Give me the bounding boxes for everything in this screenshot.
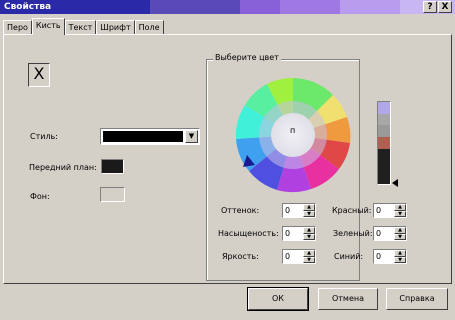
saturation-value: 0 xyxy=(285,229,291,238)
properties-dialog: Свойства ? X Перо Кисть Текст Шрифт Поле… xyxy=(0,0,455,320)
foreground-color-swatch[interactable] xyxy=(101,159,124,174)
help-button[interactable]: Справка xyxy=(386,288,448,310)
hue-spinner[interactable]: 0 ▲ ▼ xyxy=(282,203,316,218)
spin-down-icon[interactable]: ▼ xyxy=(394,210,406,217)
gradient-step xyxy=(378,125,390,138)
tab-pen[interactable]: Перо xyxy=(3,20,32,35)
saturation-label: Насыщеность: xyxy=(218,229,279,238)
green-label: Зеленый: xyxy=(333,229,373,238)
blue-spinner[interactable]: 0 ▲ ▼ xyxy=(373,249,407,264)
wheel-center-marker: п xyxy=(290,126,295,135)
style-select[interactable]: ▼ xyxy=(100,128,200,145)
hue-label: Оттенок: xyxy=(221,206,260,215)
tab-strip: Перо Кисть Текст Шрифт Поле xyxy=(3,18,164,35)
blue-value: 0 xyxy=(376,252,382,261)
brightness-label: Яркость: xyxy=(222,252,259,261)
gradient-step xyxy=(378,172,390,185)
gradient-step xyxy=(378,113,390,126)
titlebar-segment xyxy=(150,0,240,14)
tab-brush[interactable]: Кисть xyxy=(31,18,65,35)
tab-text[interactable]: Текст xyxy=(64,20,97,35)
cancel-button[interactable]: Отмена xyxy=(318,288,378,310)
red-label: Красный: xyxy=(332,206,372,215)
green-spinner[interactable]: 0 ▲ ▼ xyxy=(373,226,407,241)
gradient-step xyxy=(378,137,390,149)
titlebar-segment xyxy=(280,0,340,14)
red-value: 0 xyxy=(376,206,382,215)
tab-field[interactable]: Поле xyxy=(134,20,164,35)
ok-button[interactable]: ОК xyxy=(247,287,309,311)
titlebar-segment xyxy=(240,0,280,14)
close-title-button[interactable]: X xyxy=(438,1,452,13)
style-label: Стиль: xyxy=(30,132,58,141)
gradient-step xyxy=(378,160,390,173)
green-value: 0 xyxy=(376,229,382,238)
red-spinner[interactable]: 0 ▲ ▼ xyxy=(373,203,407,218)
gradient-step xyxy=(378,102,390,114)
style-preview xyxy=(103,131,183,142)
foreground-label: Передний план: xyxy=(29,163,97,172)
gradient-step xyxy=(378,148,390,161)
titlebar-segment xyxy=(340,0,400,14)
spin-down-icon[interactable]: ▼ xyxy=(303,233,315,240)
tab-font[interactable]: Шрифт xyxy=(96,20,135,35)
brightness-value: 0 xyxy=(285,252,291,261)
blue-label: Синий: xyxy=(334,252,364,261)
spin-down-icon[interactable]: ▼ xyxy=(394,233,406,240)
color-wheel[interactable]: п xyxy=(229,76,357,194)
color-picker-title: Выберите цвет xyxy=(213,53,281,63)
chevron-down-icon[interactable]: ▼ xyxy=(185,130,198,143)
brightness-spinner[interactable]: 0 ▲ ▼ xyxy=(282,249,316,264)
spin-down-icon[interactable]: ▼ xyxy=(303,256,315,263)
window-title: Свойства xyxy=(4,2,52,12)
brightness-bar[interactable] xyxy=(377,101,391,185)
saturation-spinner[interactable]: 0 ▲ ▼ xyxy=(282,226,316,241)
title-bar: Свойства ? X xyxy=(0,0,455,14)
help-title-button[interactable]: ? xyxy=(423,1,437,13)
spin-down-icon[interactable]: ▼ xyxy=(303,210,315,217)
no-fill-button[interactable]: X xyxy=(28,63,50,87)
brightness-slider-handle[interactable] xyxy=(392,179,398,187)
background-color-swatch[interactable] xyxy=(100,187,125,202)
background-label: Фон: xyxy=(30,192,50,201)
spin-down-icon[interactable]: ▼ xyxy=(394,256,406,263)
hue-value: 0 xyxy=(285,206,291,215)
